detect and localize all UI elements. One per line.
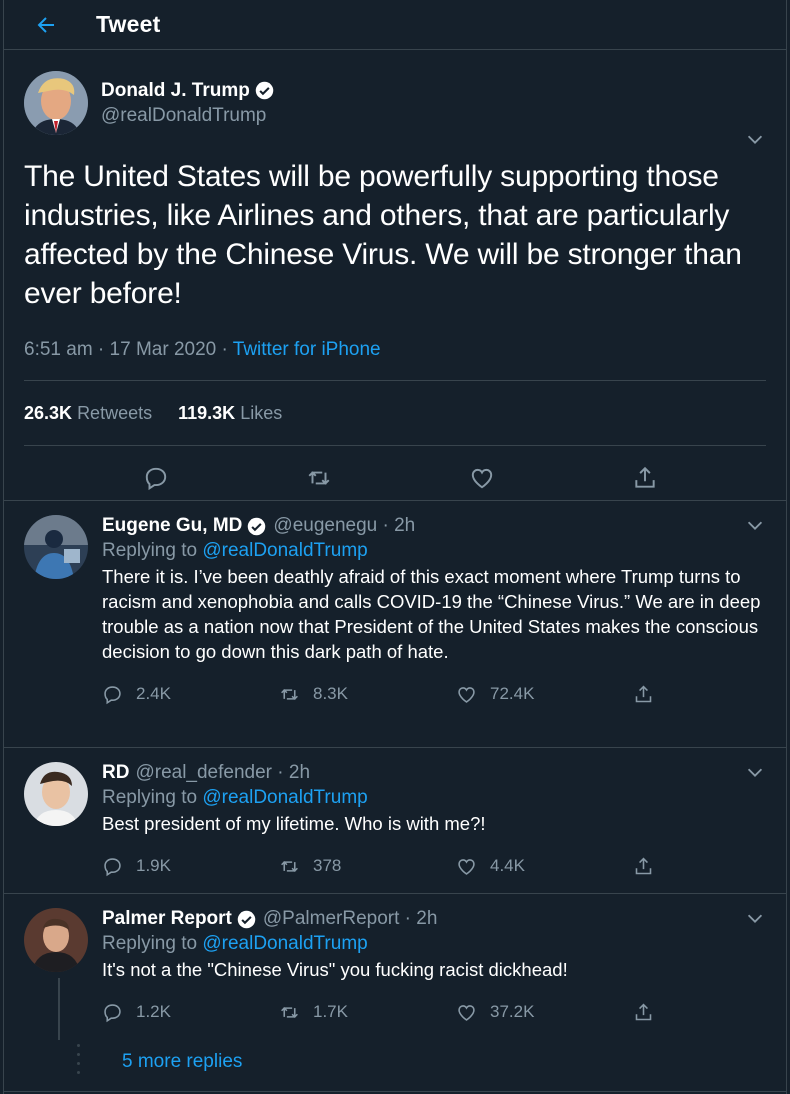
replying-to: Replying to @realDonaldTrump — [102, 540, 766, 562]
like-icon — [458, 1004, 475, 1021]
author-handle[interactable]: @eugenegu · 2h — [273, 515, 415, 537]
mention-link[interactable]: @realDonaldTrump — [202, 933, 367, 954]
reply-count: 2.4K — [136, 684, 171, 703]
replying-prefix: Replying to — [102, 933, 203, 954]
likes-stat[interactable]: 119.3K Likes — [178, 403, 282, 424]
replying-to: Replying to @realDonaldTrump — [102, 933, 766, 955]
like-icon — [458, 858, 475, 875]
reply-button[interactable]: 1.9K — [102, 856, 279, 877]
author-name[interactable]: Eugene Gu, MD — [102, 515, 242, 537]
author-name[interactable]: Donald J. Trump — [101, 80, 250, 102]
reply-tweet[interactable]: Palmer Report @PalmerReport · 2h Replyin… — [4, 894, 786, 1092]
page-header: Tweet — [4, 0, 786, 50]
reply-text: It's not a the "Chinese Virus" you fucki… — [102, 959, 568, 980]
retweet-icon — [281, 1006, 298, 1018]
page-title: Tweet — [96, 11, 161, 37]
tweet-stats: 26.3K Retweets 119.3K Likes — [24, 380, 766, 446]
author-handle[interactable]: @realDonaldTrump — [101, 105, 275, 127]
back-arrow-icon — [37, 16, 54, 33]
chevron-down-icon[interactable] — [744, 761, 766, 783]
like-count: 72.4K — [490, 684, 535, 703]
retweet-icon — [281, 688, 298, 700]
share-icon — [635, 1003, 652, 1020]
retweet-count: 1.7K — [313, 1002, 348, 1021]
avatar[interactable] — [24, 71, 88, 135]
retweets-label: Retweets — [77, 402, 153, 423]
verified-badge-icon — [248, 517, 266, 535]
reply-icon — [104, 857, 121, 876]
more-replies-label: 5 more replies — [122, 1051, 243, 1072]
avatar[interactable] — [24, 908, 88, 972]
retweets-count: 26.3K — [24, 402, 73, 423]
reply-count: 1.2K — [136, 1002, 171, 1021]
like-button[interactable]: 37.2K — [456, 1002, 633, 1023]
reply-text: There it is. I’ve been deathly afraid of… — [102, 566, 761, 662]
chevron-down-icon[interactable] — [744, 907, 766, 929]
tweet-text: The United States will be powerfully sup… — [24, 160, 742, 310]
retweets-stat[interactable]: 26.3K Retweets — [24, 403, 152, 424]
share-icon[interactable] — [632, 465, 658, 491]
reply-actions: 1.2K 1.7K 37.2K — [102, 986, 766, 1038]
mention-link[interactable]: @realDonaldTrump — [202, 787, 367, 808]
like-icon[interactable] — [469, 465, 495, 491]
share-icon — [635, 857, 652, 874]
chevron-down-icon[interactable] — [744, 128, 766, 150]
author-handle[interactable]: @real_defender · 2h — [135, 762, 310, 784]
share-button[interactable] — [633, 856, 667, 877]
replying-prefix: Replying to — [102, 540, 203, 561]
thread-line — [58, 978, 60, 1040]
reply-actions: 1.9K 378 4.4K — [102, 840, 766, 892]
replying-prefix: Replying to — [102, 787, 203, 808]
avatar[interactable] — [24, 515, 88, 579]
retweet-count: 378 — [313, 856, 342, 875]
reply-icon[interactable] — [143, 465, 169, 491]
reply-icon — [104, 1003, 121, 1022]
retweet-icon[interactable] — [306, 465, 332, 491]
reply-count: 1.9K — [136, 856, 171, 875]
share-icon — [635, 685, 652, 702]
reply-actions: 2.4K 8.3K 72.4K — [102, 668, 766, 720]
more-replies-link[interactable]: 5 more replies — [24, 1038, 766, 1086]
verified-badge-icon — [237, 910, 256, 928]
verified-badge-icon — [255, 81, 274, 100]
thread-dots — [77, 1044, 80, 1080]
retweet-button[interactable]: 378 — [279, 856, 456, 877]
mention-link[interactable]: @realDonaldTrump — [202, 540, 367, 561]
likes-label: Likes — [240, 402, 283, 423]
back-button[interactable] — [22, 1, 70, 49]
avatar[interactable] — [24, 762, 88, 826]
share-button[interactable] — [633, 1002, 667, 1023]
retweet-icon — [281, 860, 298, 872]
reply-button[interactable]: 1.2K — [102, 1002, 279, 1023]
tweet-author: Donald J. Trump @realDonaldTrump — [24, 50, 766, 135]
like-button[interactable]: 4.4K — [456, 856, 633, 877]
author-name[interactable]: Palmer Report — [102, 908, 232, 930]
like-button[interactable]: 72.4K — [456, 684, 633, 705]
like-icon — [458, 686, 475, 703]
reply-button[interactable]: 2.4K — [102, 684, 279, 705]
tweet-meta: 6:51 am · 17 Mar 2020 · Twitter for iPho… — [24, 339, 766, 361]
replying-to: Replying to @realDonaldTrump — [102, 787, 766, 809]
reply-icon — [104, 685, 121, 704]
like-count: 4.4K — [490, 856, 525, 875]
likes-count: 119.3K — [178, 402, 236, 423]
tweet-source[interactable]: Twitter for iPhone — [233, 339, 381, 360]
tweet-page: Tweet Donald J. Trump @realDonaldTrump T… — [3, 0, 787, 1094]
reply-tweet[interactable]: Eugene Gu, MD @eugenegu · 2h Replying to… — [4, 501, 786, 748]
retweet-button[interactable]: 8.3K — [279, 684, 456, 705]
retweet-button[interactable]: 1.7K — [279, 1002, 456, 1023]
author-name[interactable]: RD — [102, 762, 129, 784]
main-tweet: Donald J. Trump @realDonaldTrump The Uni… — [4, 50, 786, 501]
reply-text: Best president of my lifetime. Who is wi… — [102, 813, 486, 834]
retweet-count: 8.3K — [313, 684, 348, 703]
chevron-down-icon[interactable] — [744, 514, 766, 536]
share-button[interactable] — [633, 684, 667, 705]
like-count: 37.2K — [490, 1002, 535, 1021]
reply-tweet[interactable]: RD @real_defender · 2h Replying to @real… — [4, 748, 786, 894]
tweet-time[interactable]: 6:51 am · 17 Mar 2020 · — [24, 339, 233, 360]
author-handle[interactable]: @PalmerReport · 2h — [263, 908, 438, 930]
